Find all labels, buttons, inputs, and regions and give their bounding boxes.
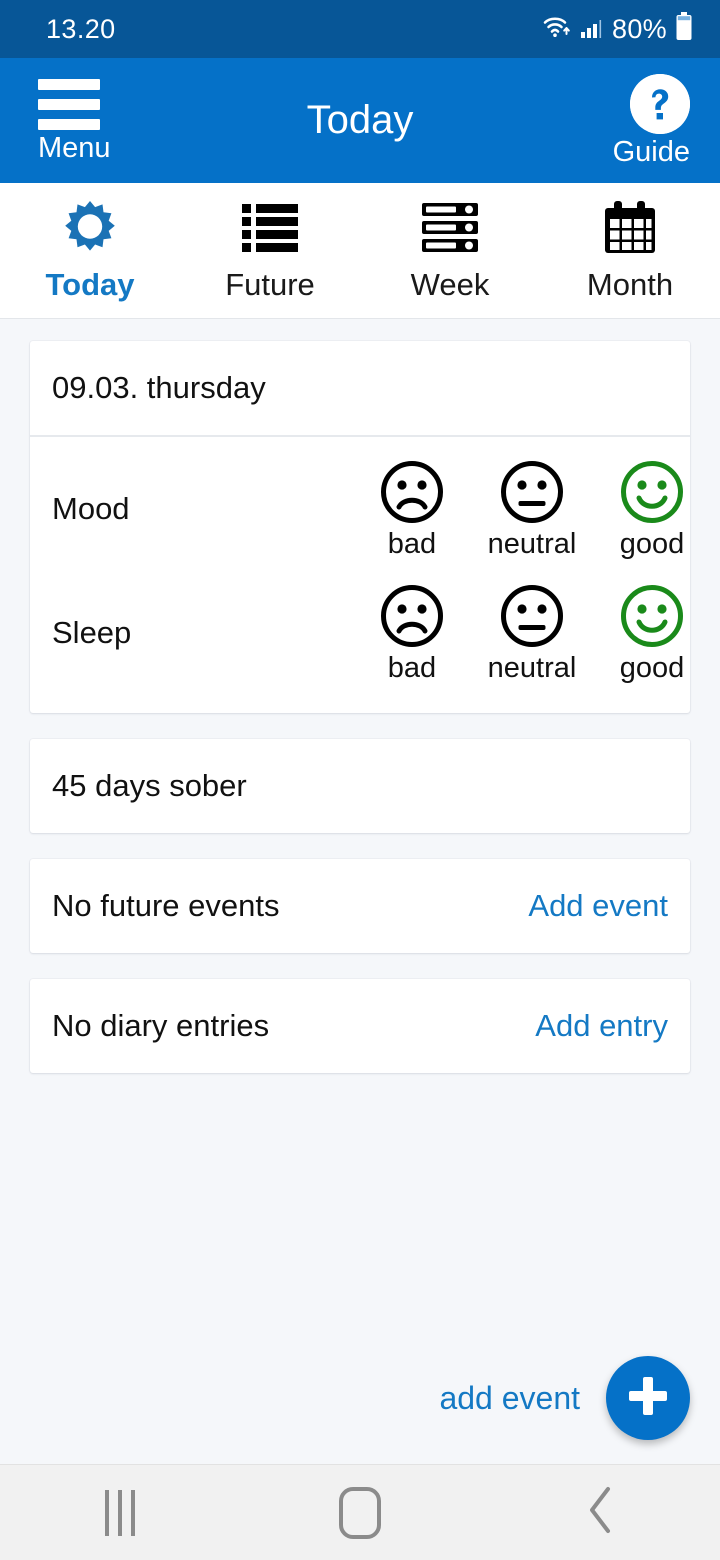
future-events-row: No future events Add event — [30, 859, 690, 953]
mood-option-good-caption: good — [619, 527, 685, 560]
main-content: 09.03. thursday Mood bad neutral good Sl… — [0, 319, 720, 1464]
happy-face-icon[interactable] — [619, 583, 685, 649]
sober-counter-label: 45 days sober — [52, 768, 247, 803]
question-mark-circle-icon[interactable] — [630, 74, 690, 134]
sleep-option-neutral-caption: neutral — [487, 651, 577, 684]
plus-icon — [625, 1373, 671, 1424]
app-root: 13.20 80% Menu Today Guide Today Future … — [0, 0, 720, 1560]
rating-row-mood: Mood bad neutral good — [52, 447, 684, 571]
wifi-icon — [542, 14, 572, 45]
add-event-fab-area: add event — [439, 1356, 690, 1440]
sleep-option-bad-caption: bad — [387, 651, 437, 684]
diary-entries-card: No diary entries Add entry — [30, 979, 690, 1073]
menu-label: Menu — [38, 131, 111, 164]
sad-face-icon[interactable] — [379, 583, 445, 649]
sleep-option-good-caption: good — [619, 651, 685, 684]
neutral-face-icon[interactable] — [499, 459, 565, 525]
app-bar: Menu Today Guide — [0, 58, 720, 183]
sleep-option-good[interactable]: good — [592, 583, 712, 683]
calendar-icon — [603, 201, 657, 255]
nav-back-button[interactable] — [520, 1484, 680, 1541]
tab-week[interactable]: Week — [360, 183, 540, 318]
mood-option-good[interactable]: good — [592, 459, 712, 559]
mood-option-neutral-caption: neutral — [487, 527, 577, 560]
add-event-fab-label[interactable]: add event — [439, 1380, 580, 1417]
diary-entries-label: No diary entries — [52, 1008, 270, 1043]
tab-today-label: Today — [45, 267, 135, 302]
back-chevron-icon[interactable] — [583, 1484, 617, 1541]
sober-counter-row: 45 days sober — [30, 739, 690, 833]
mood-face-options: bad neutral good — [352, 459, 712, 559]
add-event-link[interactable]: Add event — [528, 888, 668, 924]
tab-future-label: Future — [225, 267, 315, 302]
guide-button[interactable]: Guide — [570, 74, 720, 167]
tab-bar: Today Future Week Month — [0, 183, 720, 319]
battery-icon — [674, 11, 694, 47]
status-bar: 13.20 80% — [0, 0, 720, 58]
nav-home-button[interactable] — [280, 1486, 440, 1539]
cellular-signal-icon — [579, 14, 605, 45]
sun-icon — [62, 201, 118, 255]
nav-recents-button[interactable] — [40, 1489, 200, 1536]
status-clock: 13.20 — [46, 13, 116, 44]
ratings-block: Mood bad neutral good Sleep bad neutral … — [30, 437, 690, 713]
day-summary-card: 09.03. thursday Mood bad neutral good Sl… — [30, 341, 690, 713]
sleep-option-neutral[interactable]: neutral — [472, 583, 592, 683]
home-icon[interactable] — [339, 1486, 381, 1539]
date-label: 09.03. thursday — [52, 370, 266, 405]
tab-month-label: Month — [586, 267, 674, 302]
future-events-label: No future events — [52, 888, 280, 923]
mood-option-bad-caption: bad — [387, 527, 437, 560]
status-indicators: 80% — [542, 11, 694, 47]
date-row[interactable]: 09.03. thursday — [30, 341, 690, 435]
add-event-fab-button[interactable] — [606, 1356, 690, 1440]
sleep-face-options: bad neutral good — [352, 583, 712, 683]
rating-label-sleep: Sleep — [52, 615, 132, 650]
recents-icon[interactable] — [105, 1489, 135, 1536]
neutral-face-icon[interactable] — [499, 583, 565, 649]
diary-entries-row: No diary entries Add entry — [30, 979, 690, 1073]
add-entry-link[interactable]: Add entry — [535, 1008, 668, 1044]
mood-option-neutral[interactable]: neutral — [472, 459, 592, 559]
happy-face-icon[interactable] — [619, 459, 685, 525]
rating-row-sleep: Sleep bad neutral good — [52, 571, 684, 695]
guide-label: Guide — [612, 136, 690, 168]
week-rows-icon — [422, 201, 478, 255]
tab-future[interactable]: Future — [180, 183, 360, 318]
future-events-card: No future events Add event — [30, 859, 690, 953]
hamburger-menu-icon[interactable] — [38, 78, 100, 130]
bullet-list-icon — [242, 201, 298, 255]
sad-face-icon[interactable] — [379, 459, 445, 525]
sleep-option-bad[interactable]: bad — [352, 583, 472, 683]
mood-option-bad[interactable]: bad — [352, 459, 472, 559]
rating-label-mood: Mood — [52, 491, 130, 526]
system-nav-bar — [0, 1464, 720, 1560]
battery-percent-label: 80% — [612, 13, 667, 44]
menu-button[interactable]: Menu — [0, 78, 150, 164]
tab-today[interactable]: Today — [0, 183, 180, 318]
sober-counter-card[interactable]: 45 days sober — [30, 739, 690, 833]
tab-week-label: Week — [410, 267, 490, 302]
tab-month[interactable]: Month — [540, 183, 720, 318]
